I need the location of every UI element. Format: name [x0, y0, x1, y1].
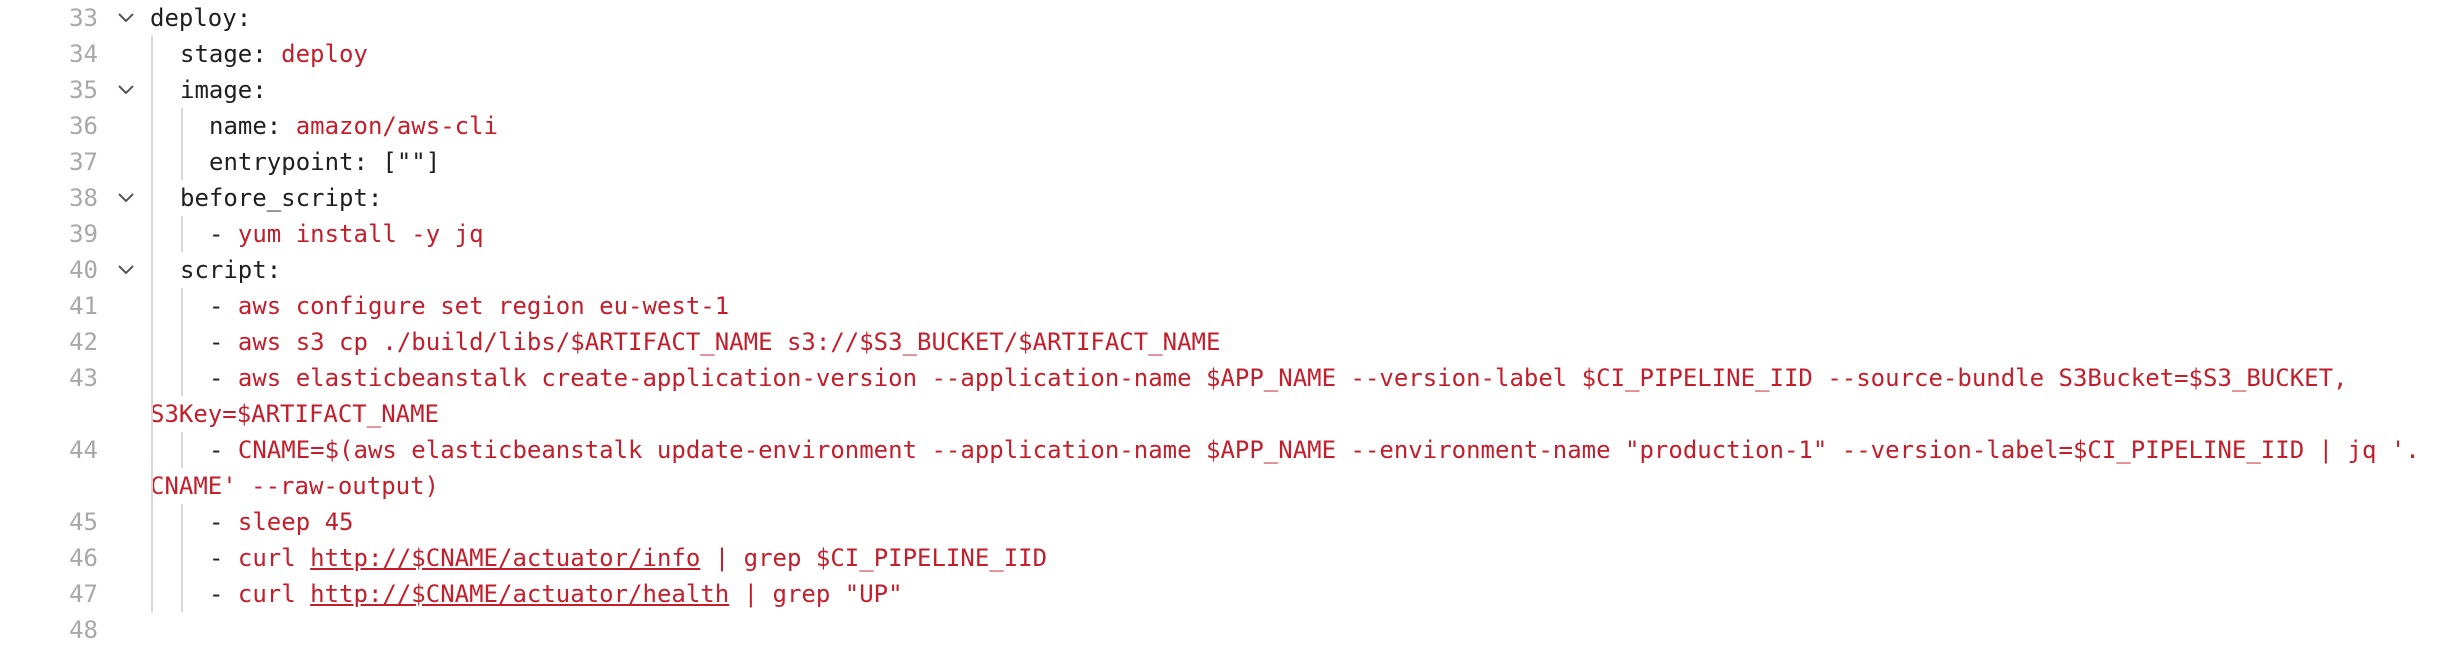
- code-line[interactable]: CNAME' --raw-output): [0, 468, 2440, 504]
- key-token: deploy:: [150, 4, 252, 32]
- chevron-down-icon[interactable]: [116, 9, 136, 27]
- string-token: | grep $CI_PIPELINE_IID: [700, 544, 1048, 572]
- url-link[interactable]: http://$CNAME/actuator/health: [310, 580, 729, 608]
- key-token: entrypoint: [""]: [209, 148, 441, 176]
- chevron-down-icon[interactable]: [116, 261, 136, 279]
- code-line[interactable]: 40 script:: [0, 252, 2440, 288]
- string-token: curl: [237, 544, 311, 572]
- indent-guide: [181, 108, 183, 180]
- code-line[interactable]: 48: [0, 612, 2440, 648]
- line-number: 48: [69, 616, 98, 644]
- code-text: image:: [180, 72, 267, 108]
- key-token: -: [209, 580, 238, 608]
- line-number: 45: [69, 508, 98, 536]
- chevron-down-icon[interactable]: [116, 189, 136, 207]
- code-line[interactable]: 47 - curl http://$CNAME/actuator/health |…: [0, 576, 2440, 612]
- code-line[interactable]: 34 stage: deploy: [0, 36, 2440, 72]
- key-token: -: [209, 292, 238, 320]
- code-line[interactable]: 46 - curl http://$CNAME/actuator/info | g…: [0, 540, 2440, 576]
- key-token: script:: [180, 256, 282, 284]
- code-line[interactable]: 36 name: amazon/aws-cli: [0, 108, 2440, 144]
- code-text: CNAME' --raw-output): [150, 468, 439, 504]
- string-token: curl: [237, 580, 311, 608]
- code-text: - curl http://$CNAME/actuator/info | gre…: [209, 540, 1047, 576]
- key-token: before_script:: [180, 184, 383, 212]
- line-number: 47: [69, 580, 98, 608]
- code-line[interactable]: 33 deploy:: [0, 0, 2440, 36]
- indent-guide: [181, 504, 183, 612]
- string-token: | grep "UP": [729, 580, 903, 608]
- code-editor[interactable]: 33 deploy: 34 stage: deploy 35 image: 36 name: …: [0, 0, 2440, 644]
- code-text: - curl http://$CNAME/actuator/health | g…: [209, 576, 903, 612]
- line-number: 43: [69, 364, 98, 392]
- code-text: before_script:: [180, 180, 382, 216]
- code-text: - aws s3 cp ./build/libs/$ARTIFACT_NAME …: [209, 324, 1220, 360]
- code-line[interactable]: 44 - CNAME=$(aws elasticbeanstalk update-…: [0, 432, 2440, 468]
- string-token: CNAME=$(aws elasticbeanstalk update-envi…: [237, 436, 2420, 464]
- code-line[interactable]: 35 image:: [0, 72, 2440, 108]
- indent-guide: [151, 36, 153, 612]
- code-line[interactable]: 42 - aws s3 cp ./build/libs/$ARTIFACT_NAM…: [0, 324, 2440, 360]
- code-text: - sleep 45: [209, 504, 354, 540]
- code-text: name: amazon/aws-cli: [209, 108, 498, 144]
- code-text: script:: [180, 252, 281, 288]
- string-token: sleep 45: [237, 508, 354, 536]
- code-text: S3Key=$ARTIFACT_NAME: [150, 396, 439, 432]
- url-link[interactable]: http://$CNAME/actuator/info: [310, 544, 700, 572]
- key-token: -: [209, 364, 238, 392]
- string-token: amazon/aws-cli: [295, 112, 498, 140]
- key-token: -: [209, 508, 238, 536]
- key-token: -: [209, 436, 238, 464]
- indent-guide: [181, 432, 183, 468]
- code-text: stage: deploy: [180, 36, 368, 72]
- line-number: 42: [69, 328, 98, 356]
- chevron-down-icon[interactable]: [116, 81, 136, 99]
- line-number: 39: [69, 220, 98, 248]
- string-token: aws elasticbeanstalk create-application-…: [237, 364, 2348, 392]
- line-number: 35: [69, 76, 98, 104]
- line-number: 40: [69, 256, 98, 284]
- key-token: -: [209, 544, 238, 572]
- code-line[interactable]: 37 entrypoint: [""]: [0, 144, 2440, 180]
- string-token: aws s3 cp ./build/libs/$ARTIFACT_NAME s3…: [237, 328, 1221, 356]
- line-number: 44: [69, 436, 98, 464]
- code-text: - CNAME=$(aws elasticbeanstalk update-en…: [209, 432, 2420, 468]
- key-token: name:: [209, 112, 296, 140]
- indent-guide: [181, 288, 183, 396]
- code-line[interactable]: 45 - sleep 45: [0, 504, 2440, 540]
- code-line[interactable]: 38 before_script:: [0, 180, 2440, 216]
- code-text: - aws elasticbeanstalk create-applicatio…: [209, 360, 2348, 396]
- code-line[interactable]: 41 - aws configure set region eu-west-1: [0, 288, 2440, 324]
- code-line[interactable]: S3Key=$ARTIFACT_NAME: [0, 396, 2440, 432]
- string-token: deploy: [281, 40, 368, 68]
- string-token: aws configure set region eu-west-1: [237, 292, 730, 320]
- key-token: stage:: [180, 40, 282, 68]
- code-text: entrypoint: [""]: [209, 144, 440, 180]
- string-token: S3Key=$ARTIFACT_NAME: [150, 400, 439, 428]
- key-token: -: [209, 220, 238, 248]
- string-token: yum install -y jq: [237, 220, 484, 248]
- line-number: 41: [69, 292, 98, 320]
- line-number: 37: [69, 148, 98, 176]
- code-text: - yum install -y jq: [209, 216, 484, 252]
- string-token: CNAME' --raw-output): [150, 472, 439, 500]
- key-token: -: [209, 328, 238, 356]
- code-line[interactable]: 43 - aws elasticbeanstalk create-applicat…: [0, 360, 2440, 396]
- line-number: 33: [69, 4, 98, 32]
- key-token: image:: [180, 76, 267, 104]
- code-text: deploy:: [150, 0, 251, 36]
- indent-guide: [181, 216, 183, 252]
- line-number: 46: [69, 544, 98, 572]
- code-text: - aws configure set region eu-west-1: [209, 288, 729, 324]
- line-number: 36: [69, 112, 98, 140]
- code-line[interactable]: 39 - yum install -y jq: [0, 216, 2440, 252]
- line-number: 34: [69, 40, 98, 68]
- line-number: 38: [69, 184, 98, 212]
